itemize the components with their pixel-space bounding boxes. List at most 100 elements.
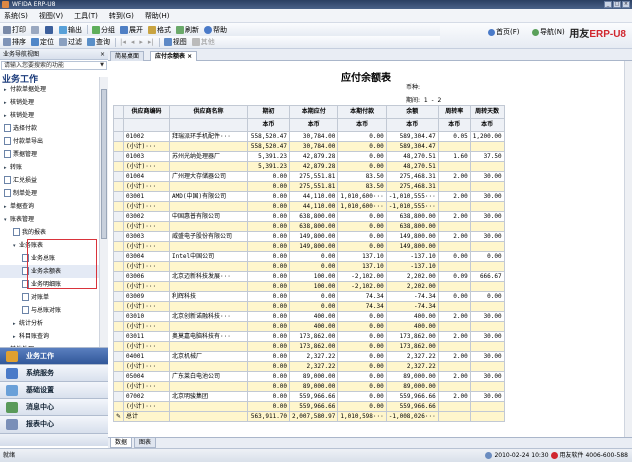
maximize-icon[interactable]: □: [613, 1, 621, 8]
tree-item[interactable]: 对账单: [0, 291, 99, 304]
table-row[interactable]: 05004 广东莱白电池公司 0.00 89,000.00 0.00 89,000.00 2…: [112, 371, 505, 382]
table-row[interactable]: (小计)··· 0.00 149,800.00 0.00 149,800.00: [112, 241, 505, 252]
module-button[interactable]: 业务工作: [0, 347, 108, 365]
tree-item[interactable]: ▸ 核销处理: [0, 109, 99, 122]
close-icon[interactable]: ×: [100, 49, 105, 60]
scroll-thumb[interactable]: [101, 89, 107, 239]
prev-record-button[interactable]: ◂: [131, 38, 135, 46]
report-scrollbar[interactable]: [624, 61, 632, 437]
table-row[interactable]: 03010 北京创新诺融科技··· 0.00 400.00 0.00 400.00 2.00…: [112, 311, 505, 322]
table-row[interactable]: (小计)··· 0.00 400.00 0.00 400.00: [112, 321, 505, 332]
nav-scrollbar[interactable]: [99, 77, 108, 347]
table-row[interactable]: 03011 奥莫嘉电脑科技有··· 0.00 173,862.00 0.00 173,86…: [112, 331, 505, 342]
table-row[interactable]: 03006 北京迈新科技发展··· 0.00 100.00 -2,102.00 2,202…: [112, 271, 505, 282]
table-cell: [469, 361, 505, 372]
tree-item[interactable]: ▸ 付款单据处理: [0, 83, 99, 96]
table-row[interactable]: 03004 Intel中国公司 0.00 0.00 137.10 -137.10 0.00 0…: [112, 251, 505, 262]
locate-button[interactable]: 定位: [31, 37, 54, 47]
tree-item[interactable]: ▸ 单据查询: [0, 200, 99, 213]
table-row[interactable]: ✎ 总计 563,911.70 2,007,580.97 1,010,598··· -1,…: [112, 411, 505, 422]
tree-item[interactable]: 制单处理: [0, 187, 99, 200]
table-row[interactable]: (小计)··· 0.00 89,000.00 0.00 89,000.00: [112, 381, 505, 392]
tree-item[interactable]: 业务明细账: [0, 278, 99, 291]
chevron-down-icon[interactable]: ▼: [98, 62, 106, 69]
tree-item[interactable]: 业务总账: [0, 252, 99, 265]
view-button[interactable]: 视图: [163, 37, 187, 47]
function-search-input[interactable]: 请输入您要搜索的功能 ▼: [1, 61, 107, 70]
table-row[interactable]: 01003 苏州光纳处理器厂 5,391.23 42,879.28 0.00 48,270…: [112, 151, 505, 162]
tree-item[interactable]: 与总账对账: [0, 304, 99, 317]
table-row[interactable]: (小计)··· 558,520.47 30,784.00 0.00 589,304.47: [112, 141, 505, 152]
minimize-icon[interactable]: _: [604, 1, 612, 8]
export-button[interactable]: 输出: [59, 25, 82, 35]
table-row[interactable]: (小计)··· 5,391.23 42,879.28 0.00 48,270.51: [112, 161, 505, 172]
print-button[interactable]: 打印: [3, 25, 26, 35]
first-record-button[interactable]: |◂: [120, 38, 126, 46]
table-cell: 0.00: [337, 351, 387, 362]
tree-item[interactable]: ▾ 账表管理: [0, 213, 99, 226]
table-row[interactable]: 03002 中国惠普有限公司 0.00 638,800.00 0.00 638,800.0…: [112, 211, 505, 222]
table-row[interactable]: 03003 威盛电子股份有限公司 0.00 149,800.00 0.00 149,800…: [112, 231, 505, 242]
table-row[interactable]: (小计)··· 0.00 44,110.00 1,010,600··· -1,010,5…: [112, 201, 505, 212]
next-record-button[interactable]: ▸: [139, 38, 143, 46]
tree-item[interactable]: ▸ 核销处理: [0, 96, 99, 109]
module-button[interactable]: 系统服务: [0, 364, 108, 382]
module-button[interactable]: 报表中心: [0, 415, 108, 433]
table-row[interactable]: (小计)··· 0.00 100.00 -2,102.00 2,202.00: [112, 281, 505, 292]
tree-item-label: 我的报表: [22, 229, 47, 236]
table-row[interactable]: 01002 拜瑞派环手机配件··· 558,520.47 30,784.00 0.00 5…: [112, 131, 505, 142]
tree-item[interactable]: 汇兑损益: [0, 174, 99, 187]
menu-goto[interactable]: 转到(G): [109, 11, 134, 21]
table-row[interactable]: (小计)··· 0.00 2,327.22 0.00 2,327.22: [112, 361, 505, 372]
filter-button[interactable]: 过滤: [59, 37, 82, 47]
tree-item[interactable]: ▸ 转账: [0, 161, 99, 174]
table-row[interactable]: 04001 北京机械厂 0.00 2,327.22 0.00 2,327.22 2.00 30…: [112, 351, 505, 362]
last-record-button[interactable]: ▸|: [148, 38, 154, 46]
table-row[interactable]: 07002 北京明骏集团 0.00 559,966.66 0.00 559,966.66 2…: [112, 391, 505, 402]
tree-item[interactable]: ▾ 业务账表: [0, 239, 99, 252]
menu-system[interactable]: 系统(S): [4, 11, 28, 21]
sort-button[interactable]: 排序: [3, 37, 26, 47]
tab-payable-balance[interactable]: 应付余额表 ×: [150, 51, 198, 61]
help-button[interactable]: 帮助: [204, 25, 227, 35]
table-row[interactable]: (小计)··· 0.00 0.00 137.10 -137.10: [112, 261, 505, 272]
tree-item[interactable]: 选择付款: [0, 122, 99, 135]
tree-item[interactable]: ▸ 科目账查询: [0, 330, 99, 343]
close-icon[interactable]: ×: [622, 1, 630, 8]
table-cell: 74.34: [337, 301, 387, 312]
table-cell: -1,008,026···: [385, 411, 439, 422]
menu-help[interactable]: 帮助(H): [145, 11, 170, 21]
table-row[interactable]: (小计)··· 0.00 638,800.00 0.00 638,800.00: [112, 221, 505, 232]
nav-link[interactable]: 导航(N): [532, 27, 565, 37]
tree-item[interactable]: 业务余额表: [0, 265, 99, 278]
table-row[interactable]: (小计)··· 0.00 275,551.81 83.50 275,468.31: [112, 181, 505, 192]
module-button[interactable]: 基础设置: [0, 381, 108, 399]
tab-chart[interactable]: 图表: [134, 438, 157, 448]
tab-data[interactable]: 数据: [110, 438, 133, 448]
close-icon[interactable]: ×: [187, 53, 192, 60]
refresh-button[interactable]: 刷新: [176, 25, 199, 35]
query-button[interactable]: 查询: [87, 37, 110, 47]
format-button[interactable]: 格式: [148, 25, 171, 35]
table-row[interactable]: 03009 利辉科技 0.00 0.00 74.34 -74.34 0.00 0.00: [112, 291, 505, 302]
menu-view[interactable]: 视图(V): [39, 11, 63, 21]
tree-item[interactable]: 付款单导出: [0, 135, 99, 148]
menu-tools[interactable]: 工具(T): [74, 11, 98, 21]
preview-button[interactable]: [31, 25, 40, 34]
expand-button[interactable]: 展开: [120, 25, 143, 35]
tree-item[interactable]: ▸ 统计分析: [0, 317, 99, 330]
table-row[interactable]: (小计)··· 0.00 559,966.66 0.00 559,966.66: [112, 401, 505, 412]
tree-item[interactable]: 票据管理: [0, 148, 99, 161]
tab-simple-desktop[interactable]: 简易桌面: [110, 51, 145, 61]
module-button[interactable]: 消息中心: [0, 398, 108, 416]
table-cell: [469, 281, 505, 292]
table-row[interactable]: (小计)··· 0.00 0.00 74.34 -74.34: [112, 301, 505, 312]
home-link[interactable]: 首页(F): [488, 27, 520, 37]
tree-item[interactable]: 我的报表: [0, 226, 99, 239]
table-row[interactable]: 01004 广州理大存储器公司 0.00 275,551.81 83.50 275,468…: [112, 171, 505, 182]
save-button[interactable]: [45, 25, 54, 34]
group-button[interactable]: 分组: [92, 25, 115, 35]
table-row[interactable]: 03001 AMD(中国)有限公司 0.00 44,110.00 1,010,600··…: [112, 191, 505, 202]
other-button[interactable]: 其他: [191, 37, 215, 47]
table-row[interactable]: (小计)··· 0.00 173,862.00 0.00 173,862.00: [112, 341, 505, 352]
